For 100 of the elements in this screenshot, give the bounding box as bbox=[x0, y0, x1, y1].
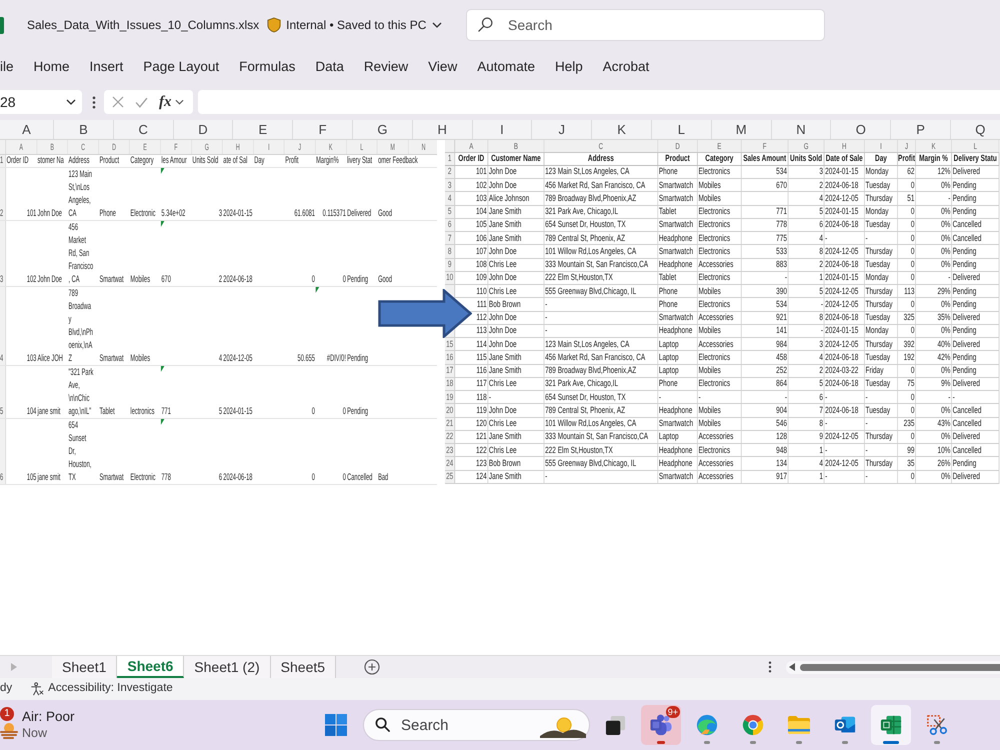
plus-circle-icon[interactable] bbox=[364, 659, 380, 675]
more-options-icon[interactable] bbox=[92, 96, 96, 108]
column-header[interactable]: E bbox=[233, 120, 294, 139]
table-cell: 778 bbox=[161, 471, 171, 484]
column-header[interactable]: D bbox=[174, 120, 234, 139]
table-cell: Tablet bbox=[658, 273, 676, 282]
table-cell: 0% bbox=[941, 220, 950, 230]
sheet-tab[interactable]: Sheet5 bbox=[270, 656, 336, 678]
table-cell: John Doe bbox=[488, 273, 517, 282]
table-cell: 118 bbox=[476, 392, 487, 402]
column-header[interactable]: A bbox=[0, 120, 54, 139]
scroll-left-icon[interactable] bbox=[789, 663, 795, 671]
search-icon bbox=[478, 17, 493, 32]
ribbon-tab[interactable]: Formulas bbox=[239, 56, 296, 78]
ribbon-tab[interactable]: Data bbox=[315, 56, 344, 78]
taskbar-search[interactable]: Search bbox=[363, 709, 590, 741]
column-header[interactable]: C bbox=[114, 120, 174, 139]
table-cell: 3 bbox=[218, 207, 222, 220]
table-cell: 392 bbox=[904, 340, 914, 349]
table-cell: - bbox=[948, 273, 950, 282]
row-header: 4 bbox=[0, 287, 6, 365]
scrollbar-thumb[interactable] bbox=[800, 664, 1000, 670]
table-cell: Delivered bbox=[952, 472, 980, 482]
ribbon-tab[interactable]: Review bbox=[364, 56, 408, 78]
ribbon-tab[interactable]: Page Layout bbox=[143, 56, 220, 78]
accessibility-button[interactable]: Accessibility: Investigate bbox=[30, 680, 173, 698]
column-header[interactable]: Q bbox=[950, 120, 1000, 139]
column-header: Units Sold bbox=[790, 154, 822, 164]
column-header[interactable]: M bbox=[712, 120, 772, 139]
table-cell: 7 bbox=[819, 406, 823, 415]
table-cell: 117 bbox=[476, 379, 487, 388]
column-header: omer Feedback bbox=[378, 155, 418, 166]
column-header[interactable]: P bbox=[891, 120, 951, 139]
table-cell: Electronics bbox=[698, 220, 730, 230]
row-header: 4 bbox=[445, 192, 456, 204]
chevron-down-icon[interactable] bbox=[174, 99, 184, 105]
ribbon-tab[interactable]: Home bbox=[34, 56, 70, 78]
table-cell: 2024-12-05 bbox=[825, 458, 858, 468]
table-cell: 99 bbox=[907, 446, 914, 455]
weather-title[interactable]: Air: Poor bbox=[22, 709, 75, 725]
column-letter: B bbox=[50, 142, 54, 152]
cancel-icon[interactable] bbox=[112, 96, 124, 108]
table-cell: Smartwat bbox=[99, 273, 124, 286]
column-header[interactable]: L bbox=[652, 120, 712, 139]
column-header[interactable]: B bbox=[54, 120, 114, 139]
column-letter: E bbox=[717, 142, 722, 150]
table-cell: Jane Smith bbox=[488, 207, 522, 216]
table-cell: Pending bbox=[347, 405, 368, 418]
table-cell: 124 bbox=[476, 472, 487, 482]
table-cell: - bbox=[865, 234, 868, 243]
table-cell: 0 bbox=[910, 300, 914, 309]
column-header: Day bbox=[875, 154, 887, 164]
insert-function-button[interactable]: fx bbox=[159, 94, 172, 110]
table-cell: 2024-01-15 bbox=[223, 207, 252, 220]
ribbon-tab[interactable]: Help bbox=[555, 56, 583, 78]
more-options-icon[interactable] bbox=[768, 661, 772, 673]
ribbon-tab[interactable]: Automate bbox=[477, 56, 535, 78]
search-field[interactable]: Search bbox=[466, 9, 825, 41]
taskbar-app-button[interactable]: 9+ bbox=[641, 705, 681, 745]
ribbon-tab[interactable]: View bbox=[428, 56, 458, 78]
table-cell: Pending bbox=[952, 352, 976, 362]
sheet-tab[interactable]: Sheet1 bbox=[52, 656, 118, 678]
sheet-tab[interactable]: Sheet6 bbox=[117, 656, 184, 678]
column-header[interactable]: O bbox=[831, 120, 892, 139]
table-cell: - bbox=[545, 300, 548, 309]
table-cell: John Doe bbox=[488, 313, 517, 322]
table-cell: 0.115371 bbox=[322, 207, 346, 220]
table-cell: 123 Main St,Los Angeles, CA bbox=[545, 340, 630, 349]
ribbon-tab[interactable]: Acrobat bbox=[602, 56, 650, 78]
table-cell: 2024-06-18 bbox=[223, 471, 252, 484]
ribbon-tab[interactable]: Insert bbox=[90, 56, 124, 78]
ribbon-tab[interactable]: ile bbox=[0, 56, 14, 78]
column-header[interactable]: I bbox=[472, 120, 532, 139]
row-header: 9 bbox=[445, 258, 456, 271]
column-header[interactable]: N bbox=[772, 120, 832, 139]
table-cell: 0 bbox=[910, 406, 914, 415]
table-cell: 252 bbox=[776, 366, 787, 376]
column-header[interactable]: K bbox=[592, 120, 652, 139]
table-cell: 9% bbox=[941, 379, 950, 388]
column-header[interactable]: J bbox=[532, 120, 592, 139]
table-cell: Pending bbox=[952, 300, 976, 309]
table-cell: 555 Greenway Blvd,Chicago, IL bbox=[545, 458, 636, 468]
table-cell: 0 bbox=[910, 260, 914, 270]
table-cell: Mobiles bbox=[130, 273, 150, 286]
column-header[interactable]: H bbox=[412, 120, 473, 139]
column-header[interactable]: F bbox=[293, 120, 353, 139]
row-header: 1 bbox=[0, 155, 6, 167]
table-cell: Phone bbox=[658, 300, 678, 309]
table-cell: 670 bbox=[776, 180, 787, 190]
column-header[interactable]: G bbox=[352, 120, 413, 139]
chevron-down-icon bbox=[432, 22, 442, 28]
horizontal-scrollbar[interactable] bbox=[786, 660, 1000, 674]
table-cell: 2024-12-05 bbox=[825, 340, 858, 349]
weather-icon[interactable] bbox=[0, 721, 18, 739]
check-icon[interactable] bbox=[135, 96, 148, 108]
table-cell: 2024-03-22 bbox=[825, 366, 858, 376]
name-box[interactable]: 28 bbox=[0, 90, 82, 114]
file-status-button[interactable]: Internal • Saved to this PC bbox=[286, 16, 442, 34]
row-header: 3 bbox=[0, 221, 6, 286]
sheet-tab[interactable]: Sheet1 (2) bbox=[184, 656, 271, 678]
